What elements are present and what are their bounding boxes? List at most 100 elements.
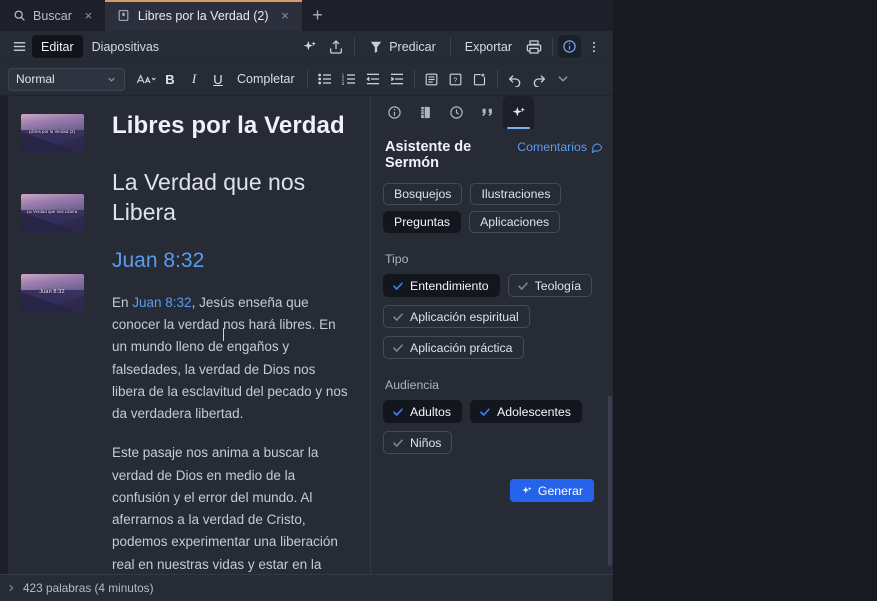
format-divider <box>413 70 415 88</box>
notebook-icon <box>418 105 433 120</box>
tab-label: Libres por la Verdad (2) <box>137 8 269 23</box>
numbered-list-icon[interactable]: 1 2 3 <box>337 68 361 91</box>
completar-button[interactable]: Completar <box>230 68 302 90</box>
underline-button[interactable]: U <box>206 68 230 91</box>
panel-tab-history[interactable] <box>441 96 472 129</box>
info-circle-icon <box>387 105 402 120</box>
new-tab-button[interactable]: + <box>302 0 334 31</box>
option-label: Aplicación práctica <box>410 340 513 355</box>
document-scripture-reference: Juan 8:32 <box>112 248 205 272</box>
tab-libres-por-la-verdad[interactable]: Libres por la Verdad (2) × <box>104 0 302 31</box>
slide-thumbnail-title: Juan 8:32 <box>39 289 65 296</box>
slide-thumbnail-title: La Verdad que nos Libera <box>26 209 78 215</box>
outdent-icon[interactable] <box>361 68 385 91</box>
slide-thumbnail-title: Libres por la Verdad (2) <box>28 129 76 135</box>
document-paragraph-1: En Juan 8:32, Jesús enseña que conocer l… <box>112 292 352 426</box>
insert-box-icon[interactable] <box>468 68 492 91</box>
slide-thumbnail[interactable]: Libres por la Verdad (2) <box>20 114 84 153</box>
option-teologia[interactable]: Teología <box>507 274 593 297</box>
share-upload-icon[interactable] <box>323 35 349 59</box>
tab-editar[interactable]: Editar <box>32 35 83 58</box>
panel-scrollbar[interactable] <box>608 396 612 566</box>
document-paragraph-2: Este pasaje nos anima a buscar la verdad… <box>112 445 338 572</box>
toolbar-divider <box>449 37 451 56</box>
panel-tab-assistant[interactable] <box>503 96 534 129</box>
comentarios-link[interactable]: Comentarios <box>517 140 603 154</box>
document-editor[interactable]: Libres por la Verdad La Verdad que nos L… <box>96 96 370 574</box>
format-divider <box>306 70 308 88</box>
main-toolbar: Editar Diapositivas Predicar Exportar <box>0 31 613 63</box>
chevron-right-icon[interactable] <box>6 583 16 593</box>
panel-tab-quotes[interactable] <box>472 96 503 129</box>
predicar-button[interactable]: Predicar <box>360 35 445 58</box>
hamburger-menu-icon[interactable] <box>6 35 32 59</box>
check-icon <box>517 280 529 292</box>
chip-ilustraciones[interactable]: Ilustraciones <box>470 183 562 205</box>
left-rail <box>0 96 8 574</box>
option-adultos[interactable]: Adultos <box>383 400 463 423</box>
option-label: Teología <box>534 278 582 293</box>
option-label: Aplicación espiritual <box>410 309 519 324</box>
option-ninos[interactable]: Niños <box>383 431 453 454</box>
bold-button[interactable]: B <box>158 68 182 91</box>
comment-bubble-icon <box>591 141 603 153</box>
editor-body: Libres por la Verdad (2) La Verdad que n… <box>0 96 613 574</box>
panel-tab-notebook[interactable] <box>410 96 441 129</box>
bullet-list-icon[interactable] <box>313 68 337 91</box>
option-adolescentes[interactable]: Adolescentes <box>470 400 582 423</box>
document-title: Libres por la Verdad <box>112 112 345 139</box>
format-toolbar: Normal B I U Completar 1 2 3 ? <box>0 63 613 96</box>
option-label: Entendimiento <box>410 278 489 293</box>
tab-close-button[interactable]: × <box>81 8 96 23</box>
sparkle-icon <box>511 105 527 121</box>
check-icon <box>392 437 404 449</box>
tab-buscar[interactable]: Buscar × <box>0 0 105 31</box>
chip-preguntas[interactable]: Preguntas <box>383 211 462 233</box>
chevrons-down-icon[interactable] <box>551 68 575 91</box>
panel-tab-info[interactable] <box>379 96 410 129</box>
assistant-panel: Asistente de Sermón Comentarios Bosquejo… <box>370 96 613 574</box>
option-label: Adultos <box>410 404 452 419</box>
chip-bosquejos[interactable]: Bosquejos <box>383 183 463 205</box>
slide-thumbnail[interactable]: Juan 8:32 <box>20 274 84 313</box>
tab-diapositivas[interactable]: Diapositivas <box>83 35 168 58</box>
chip-aplicaciones[interactable]: Aplicaciones <box>469 211 561 233</box>
paragraph-style-select[interactable]: Normal <box>8 67 125 91</box>
tab-label: Buscar <box>33 8 72 23</box>
word-count-label: 423 palabras (4 minutos) <box>23 581 154 595</box>
paragraph-style-value: Normal <box>16 72 55 86</box>
format-divider <box>496 70 498 88</box>
italic-button[interactable]: I <box>182 68 206 91</box>
assistant-chip-row-2: Preguntas Aplicaciones <box>371 211 613 233</box>
svg-text:3: 3 <box>341 81 344 86</box>
quote-icon <box>480 105 495 120</box>
sparkle-icon[interactable] <box>297 35 323 59</box>
option-entendimiento[interactable]: Entendimiento <box>383 274 500 297</box>
svg-text:?: ? <box>453 77 457 84</box>
paragraph-1-pre: En <box>112 294 133 310</box>
slide-thumbnail[interactable]: La Verdad que nos Libera <box>20 194 84 233</box>
kebab-menu-icon[interactable] <box>581 35 607 59</box>
tab-close-button[interactable]: × <box>278 8 293 23</box>
indent-icon[interactable] <box>385 68 409 91</box>
option-aplicacion-espiritual[interactable]: Aplicación espiritual <box>383 305 530 328</box>
font-size-icon[interactable] <box>134 68 158 91</box>
paragraph-block-icon[interactable] <box>420 68 444 91</box>
sparkle-icon <box>521 485 533 497</box>
undo-icon[interactable] <box>503 68 527 91</box>
info-circle-icon[interactable] <box>558 35 581 58</box>
generar-button[interactable]: Generar <box>509 479 594 502</box>
option-label: Niños <box>410 435 442 450</box>
redo-icon[interactable] <box>527 68 551 91</box>
option-aplicacion-practica[interactable]: Aplicación práctica <box>383 336 524 359</box>
check-icon <box>392 280 404 292</box>
exportar-button[interactable]: Exportar <box>456 35 521 58</box>
question-box-icon[interactable]: ? <box>444 68 468 91</box>
panel-title: Asistente de Sermón <box>385 139 472 171</box>
printer-icon[interactable] <box>521 35 547 59</box>
check-icon <box>479 406 491 418</box>
assistant-panel-tabs <box>371 96 613 129</box>
scripture-link[interactable]: Juan 8:32 <box>132 295 191 310</box>
search-icon <box>12 9 26 23</box>
document-icon <box>117 9 131 23</box>
